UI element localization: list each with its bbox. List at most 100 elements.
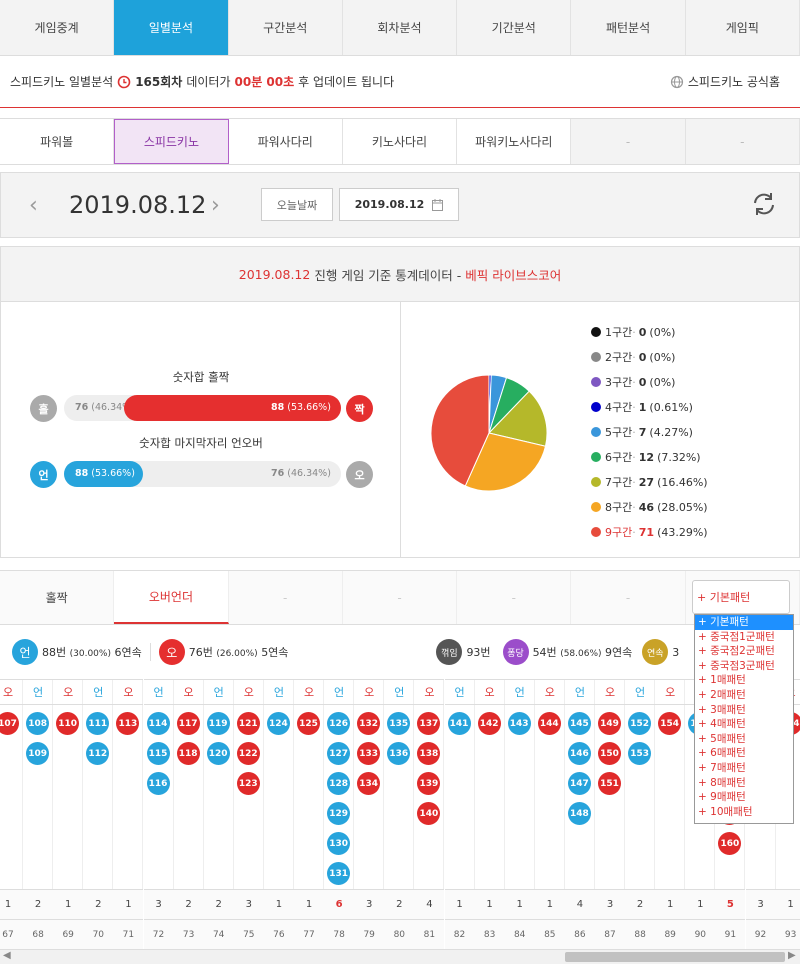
pattern-grid: 오 107 1 67 언 108 109 2 68 오 110 1 69 언 111 112 2 70 오 113 1 7… <box>0 679 800 949</box>
streak-count: 3 <box>143 889 174 919</box>
today-label: 오늘날짜 <box>276 198 318 212</box>
grid-column: 언 124 1 76 <box>263 679 294 949</box>
pattern-option[interactable]: + 10매패턴 <box>695 805 793 820</box>
round-number: 86 <box>564 919 595 949</box>
pattern-option[interactable]: + 2매패턴 <box>695 688 793 703</box>
pattern-option[interactable]: + 8매패턴 <box>695 776 793 791</box>
info-time: 00분 00초 <box>234 75 295 89</box>
under-value: 88 (53.66%) <box>75 468 135 479</box>
streak-count: 1 <box>444 889 475 919</box>
horizontal-scrollbar[interactable]: ◀ ▶ <box>0 949 800 964</box>
legend-item: 2구간 · 0 (0%) <box>591 349 675 365</box>
legend-dot <box>591 352 601 362</box>
pattern-tab[interactable]: - <box>571 571 686 624</box>
pattern-select[interactable]: + 기본패턴 <box>692 580 790 614</box>
round-number: 67 <box>0 919 23 949</box>
round-number: 76 <box>263 919 294 949</box>
legend-dot <box>591 527 601 537</box>
pattern-option[interactable]: + 중국점1군패턴 <box>695 630 793 645</box>
legend-pct: (16.46%) <box>657 475 708 489</box>
result-ball: 133 <box>357 742 381 765</box>
pattern-option[interactable]: + 9매패턴 <box>695 790 793 805</box>
break-summary-icon: 꺾임 <box>436 639 463 665</box>
top-nav-item[interactable]: 게임중계 <box>0 0 115 55</box>
pattern-tab[interactable]: - <box>343 571 458 624</box>
pattern-tab[interactable]: - <box>457 571 572 624</box>
date-picker-input[interactable]: 2019.08.12 <box>339 188 459 221</box>
top-nav-item[interactable]: 회차분석 <box>343 0 458 55</box>
game-tab[interactable]: 파워사다리 <box>228 119 343 164</box>
game-tab[interactable]: - <box>571 119 686 164</box>
pattern-tab[interactable]: - <box>229 571 343 624</box>
game-tab[interactable]: 스피드키노 <box>114 119 229 164</box>
top-nav-item[interactable]: 일별분석 <box>114 0 229 55</box>
top-nav-item[interactable]: 기간분석 <box>457 0 572 55</box>
streak-count: 1 <box>474 889 505 919</box>
pattern-option[interactable]: + 중국점3군패턴 <box>695 659 793 674</box>
grid-column: 언 143 1 84 <box>504 679 535 949</box>
game-tab[interactable]: - <box>685 119 800 164</box>
game-subtabs: 파워볼 스피드키노 파워사다리 키노사다리 파워키노사다리 - - <box>0 118 800 165</box>
legend-item: 3구간 · 0 (0%) <box>591 374 675 390</box>
scroll-left-icon[interactable]: ◀ <box>3 950 11 961</box>
top-nav-item[interactable]: 패턴분석 <box>571 0 686 55</box>
result-ball: 147 <box>567 772 591 795</box>
official-home-link[interactable]: 스피드키노 공식홈 <box>670 73 780 90</box>
round-number: 85 <box>534 919 565 949</box>
result-ball: 136 <box>387 742 411 765</box>
streak-count: 2 <box>23 889 54 919</box>
today-button[interactable]: 오늘날짜 <box>261 188 333 221</box>
pattern-tab[interactable]: 오버언더 <box>114 571 229 624</box>
pattern-option[interactable]: + 6매패턴 <box>695 746 793 761</box>
current-date: 2019.08.12 <box>69 191 207 219</box>
round-number: 80 <box>384 919 415 949</box>
result-ball: 139 <box>417 772 441 795</box>
stats-body: 숫자합 홀짝 홀 76 (46.34%) 88 (53.66%) 짝 숫자합 마… <box>0 302 800 558</box>
pattern-option[interactable]: + 중국점2군패턴 <box>695 644 793 659</box>
column-head: 언 <box>203 679 234 705</box>
pattern-option[interactable]: + 기본패턴 <box>695 615 793 630</box>
pattern-tab[interactable]: 홀짝 <box>0 571 115 624</box>
legend-item: 4구간 · 1 (0.61%) <box>591 399 693 415</box>
pattern-tabs: 홀짝오버언더----- <box>0 570 800 625</box>
legend-pct: (43.29%) <box>657 525 708 539</box>
scroll-thumb[interactable] <box>565 952 785 962</box>
pattern-option[interactable]: + 1매패턴 <box>695 673 793 688</box>
legend-value: 46 <box>638 500 655 514</box>
round-number: 70 <box>83 919 114 949</box>
column-head: 언 <box>564 679 595 705</box>
result-ball: 129 <box>327 802 351 825</box>
column-head: 오 <box>354 679 385 705</box>
game-tab[interactable]: 키노사다리 <box>342 119 458 164</box>
result-ball: 117 <box>176 712 200 735</box>
scroll-right-icon[interactable]: ▶ <box>788 950 796 961</box>
top-nav-item[interactable]: 구간분석 <box>229 0 343 55</box>
column-head: 언 <box>324 679 355 705</box>
streak-count: 2 <box>173 889 204 919</box>
streak-count: 3 <box>745 889 776 919</box>
round-number: 75 <box>233 919 264 949</box>
pattern-option[interactable]: + 5매패턴 <box>695 732 793 747</box>
game-tab[interactable]: 파워키노사다리 <box>457 119 572 164</box>
top-nav-item[interactable]: 게임픽 <box>686 0 800 55</box>
next-date-icon[interactable]: › <box>211 193 220 218</box>
grid-column: 언 126 127 128 129 130 131 6 78 <box>324 679 355 949</box>
pattern-option[interactable]: + 3매패턴 <box>695 703 793 718</box>
legend-item: 5구간 · 7 (4.27%) <box>591 424 693 440</box>
column-head: 오 <box>595 679 625 705</box>
result-ball: 127 <box>327 742 351 765</box>
result-ball: 119 <box>206 712 230 735</box>
round-number: 79 <box>354 919 385 949</box>
column-head: 언 <box>625 679 656 705</box>
game-tab[interactable]: 파워볼 <box>0 119 115 164</box>
prev-date-icon[interactable]: ‹ <box>29 193 38 218</box>
pattern-option[interactable]: + 7매패턴 <box>695 761 793 776</box>
pattern-option[interactable]: + 4매패턴 <box>695 717 793 732</box>
pattern-summary: 언 88번 (30.00%) 6연속 오 76번 (26.00%) 5연속 꺾임… <box>0 625 800 679</box>
pattern-dropdown-list[interactable]: + 기본패턴 + 중국점1군패턴 + 중국점2군패턴 + 중국점3군패턴 + 1매패턴 +… <box>694 614 794 824</box>
refresh-icon[interactable] <box>749 189 779 222</box>
over-summary-text: 76번 (26.00%) 5연속 <box>188 646 289 659</box>
legend-label: 1구간 <box>605 326 633 339</box>
legend-pct: (7.32%) <box>657 450 701 464</box>
result-ball: 149 <box>598 712 621 735</box>
